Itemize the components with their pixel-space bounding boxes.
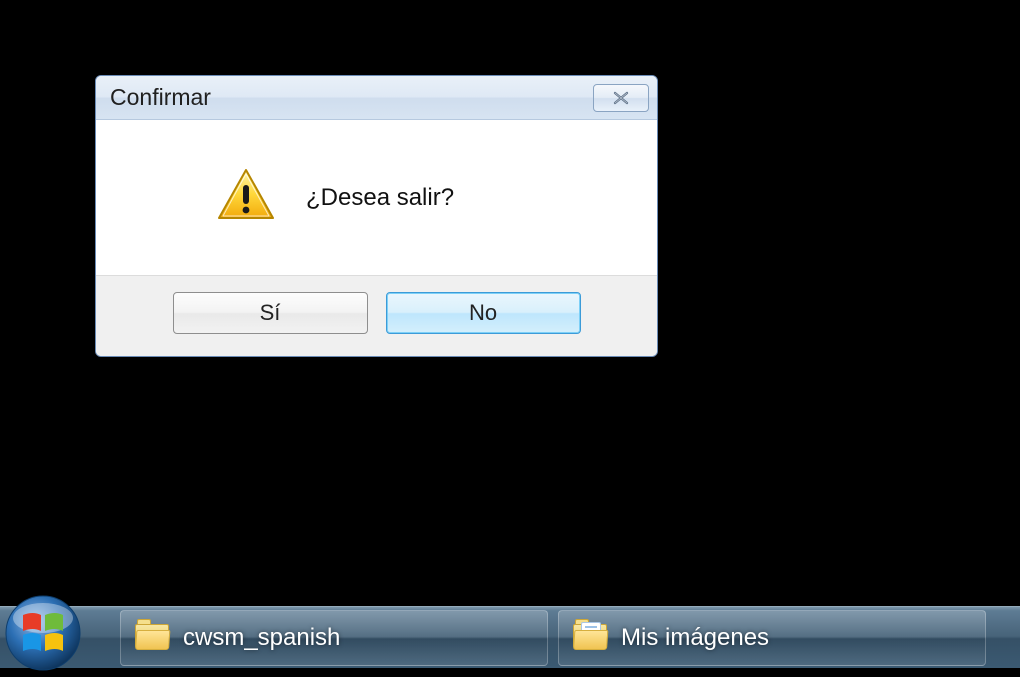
- taskbar-item-label: Mis imágenes: [621, 624, 769, 652]
- close-button[interactable]: [593, 84, 649, 112]
- close-icon: [608, 90, 634, 106]
- taskbar-item-cwsm-spanish[interactable]: cwsm_spanish: [120, 610, 548, 666]
- warning-icon: [216, 168, 276, 227]
- dialog-button-row: Sí No: [96, 275, 657, 356]
- taskbar-item-label: cwsm_spanish: [183, 624, 340, 652]
- dialog-titlebar[interactable]: Confirmar: [96, 76, 657, 120]
- yes-button[interactable]: Sí: [173, 292, 368, 334]
- folder-doc-icon: [573, 624, 607, 652]
- taskbar-item-mis-imagenes[interactable]: Mis imágenes: [558, 610, 986, 666]
- no-button[interactable]: No: [386, 292, 581, 334]
- dialog-content: ¿Desea salir?: [96, 120, 657, 275]
- dialog-title: Confirmar: [110, 84, 211, 111]
- taskbar-items: cwsm_spanish Mis imágenes: [120, 607, 996, 668]
- no-button-label: No: [469, 300, 497, 326]
- yes-button-label: Sí: [260, 300, 281, 326]
- start-button[interactable]: [4, 594, 82, 672]
- dialog-message: ¿Desea salir?: [306, 184, 454, 212]
- confirm-dialog: Confirmar: [95, 75, 658, 357]
- taskbar: cwsm_spanish Mis imágenes: [0, 606, 1020, 668]
- folder-icon: [135, 624, 169, 652]
